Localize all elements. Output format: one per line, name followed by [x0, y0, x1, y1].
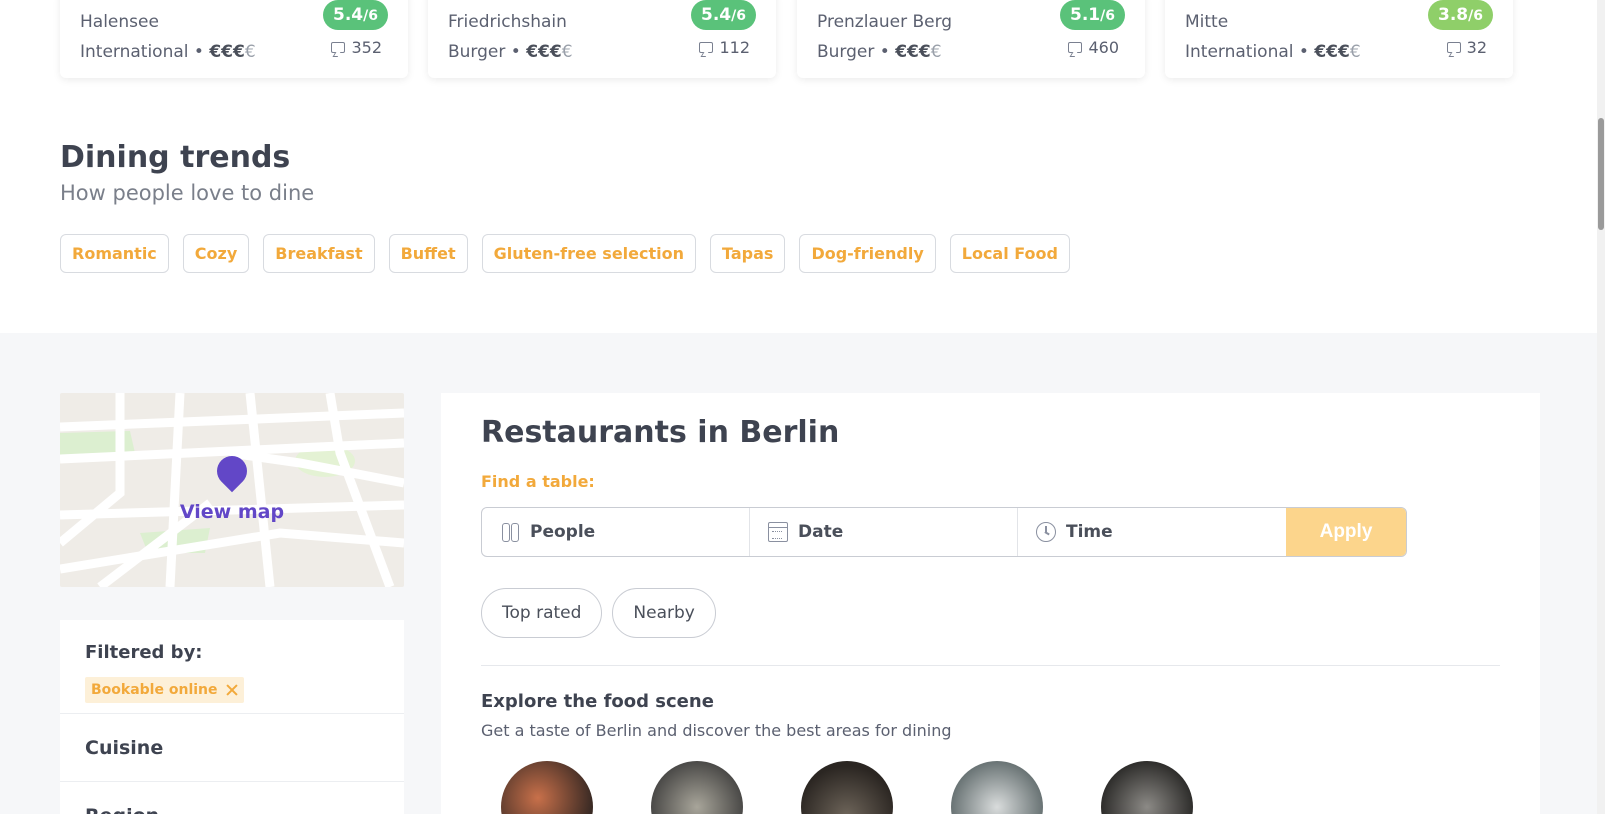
clock-icon	[1036, 522, 1056, 542]
active-filter-chip[interactable]: Bookable online	[85, 677, 244, 703]
find-table-label: Find a table:	[481, 472, 595, 491]
time-label: Time	[1066, 522, 1113, 542]
trend-tag-local-food[interactable]: Local Food	[949, 234, 1070, 273]
area-thumbnail[interactable]	[801, 761, 893, 814]
review-count: 352	[331, 38, 382, 57]
scrollbar-thumb[interactable]	[1598, 118, 1604, 230]
area-thumbnail[interactable]	[1101, 761, 1193, 814]
trend-tag-breakfast[interactable]: Breakfast	[263, 234, 375, 273]
sort-pills: Top rated Nearby	[481, 588, 716, 638]
page-title: Restaurants in Berlin	[481, 415, 840, 450]
card-meta: International • €€€€	[80, 42, 256, 62]
trend-tag-tapas[interactable]: Tapas	[710, 234, 786, 273]
restaurant-card[interactable]: Friedrichshain Burger • €€€€ 5.4/6 112	[428, 0, 776, 78]
trend-tag-gluten-free[interactable]: Gluten-free selection	[481, 234, 697, 273]
filter-section-cuisine[interactable]: Cuisine	[60, 713, 404, 781]
rating-badge: 5.1/6	[1060, 0, 1125, 30]
trend-tag-dog-friendly[interactable]: Dog-friendly	[799, 234, 936, 273]
card-meta: International • €€€€	[1185, 42, 1361, 62]
people-selector[interactable]: People	[482, 508, 750, 556]
card-area: Prenzlauer Berg	[817, 12, 953, 32]
review-count: 112	[699, 38, 750, 57]
area-thumbnail[interactable]	[651, 761, 743, 814]
comment-icon	[331, 42, 346, 53]
time-selector[interactable]: Time	[1018, 508, 1286, 556]
close-icon[interactable]	[226, 684, 238, 696]
view-map-label: View map	[179, 501, 285, 523]
trend-tag-buffet[interactable]: Buffet	[388, 234, 468, 273]
section-subtitle: How people love to dine	[60, 181, 315, 205]
restaurant-card[interactable]: Halensee International • €€€€ 5.4/6 352	[60, 0, 408, 78]
section-title: Dining trends	[60, 140, 291, 175]
card-area: Halensee	[80, 12, 159, 32]
explore-subtitle: Get a taste of Berlin and discover the b…	[481, 721, 952, 740]
main-panel: Restaurants in Berlin Find a table: Peop…	[441, 393, 1540, 814]
people-label: People	[530, 522, 596, 542]
trend-tag-cozy[interactable]: Cozy	[182, 234, 250, 273]
date-label: Date	[798, 522, 844, 542]
top-rated-button[interactable]: Top rated	[481, 588, 603, 638]
filters-panel: Filtered by: Bookable online Cuisine Reg…	[60, 620, 404, 814]
restaurant-card[interactable]: Prenzlauer Berg Burger • €€€€ 5.1/6 460	[797, 0, 1145, 78]
people-icon	[500, 522, 520, 542]
divider	[481, 665, 1500, 666]
comment-icon	[1068, 42, 1083, 53]
nearby-button[interactable]: Nearby	[612, 588, 716, 638]
restaurant-card[interactable]: Mitte International • €€€€ 3.8/6 32	[1165, 0, 1513, 78]
date-selector[interactable]: Date	[750, 508, 1018, 556]
comment-icon	[1446, 42, 1461, 53]
calendar-icon	[768, 522, 788, 542]
explore-title: Explore the food scene	[481, 691, 714, 712]
card-area: Mitte	[1185, 12, 1229, 32]
apply-button[interactable]: Apply	[1286, 508, 1406, 556]
trend-tag-romantic[interactable]: Romantic	[60, 234, 169, 273]
filters-title: Filtered by:	[85, 642, 203, 663]
rating-badge: 5.4/6	[691, 0, 756, 30]
review-count: 32	[1446, 38, 1487, 57]
area-thumbnail[interactable]	[951, 761, 1043, 814]
restaurant-cards-row: Halensee International • €€€€ 5.4/6 352 …	[60, 0, 1540, 80]
dining-trends-section: Dining trends How people love to dine	[60, 140, 314, 205]
comment-icon	[699, 42, 714, 53]
rating-badge: 5.4/6	[323, 0, 388, 30]
chip-label: Bookable online	[91, 682, 218, 698]
view-map-button[interactable]: View map	[60, 393, 404, 587]
rating-badge: 3.8/6	[1428, 0, 1493, 30]
card-meta: Burger • €€€€	[448, 42, 573, 62]
filter-section-region[interactable]: Region	[60, 781, 404, 814]
area-thumbnail[interactable]	[501, 761, 593, 814]
reservation-bar: People Date Time Apply	[481, 507, 1407, 557]
area-thumbnails	[501, 761, 1193, 814]
page-scrollbar[interactable]	[1597, 0, 1605, 814]
review-count: 460	[1068, 38, 1119, 57]
card-area: Friedrichshain	[448, 12, 567, 32]
trend-tags: Romantic Cozy Breakfast Buffet Gluten-fr…	[60, 234, 1070, 273]
card-meta: Burger • €€€€	[817, 42, 942, 62]
